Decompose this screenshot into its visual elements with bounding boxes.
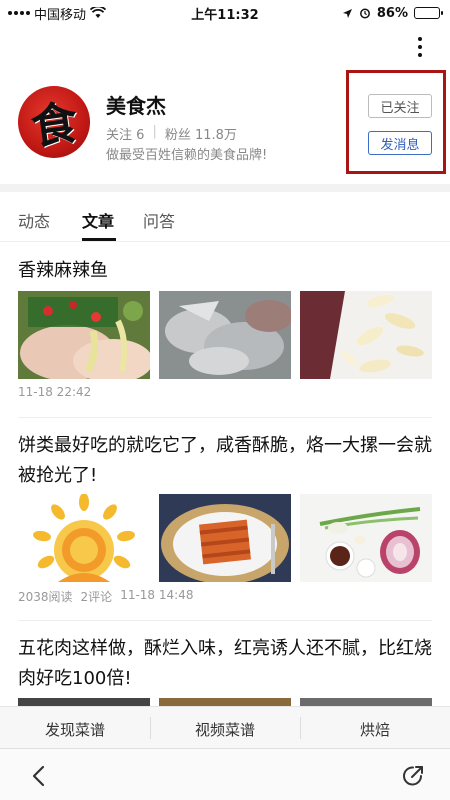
article-divider	[18, 417, 432, 418]
fans-count: 11.8万	[194, 128, 237, 143]
back-icon[interactable]	[26, 763, 52, 789]
tab-articles[interactable]: 文章	[82, 208, 114, 232]
bottom-menu: 发现菜谱 视频菜谱 烘焙	[0, 706, 450, 748]
article-3-image-2[interactable]	[159, 698, 291, 706]
more-icon[interactable]	[408, 34, 432, 60]
section-gap	[0, 184, 450, 192]
article-2-reads: 2038阅读	[18, 590, 73, 604]
article-3-image-3[interactable]	[300, 698, 432, 706]
top-bar	[0, 28, 450, 64]
tab-dynamics[interactable]: 动态	[18, 208, 50, 232]
content-tabs: 动态 文章 问答	[0, 196, 450, 242]
share-icon[interactable]	[400, 763, 426, 789]
browser-nav-bar	[0, 748, 450, 800]
fans-stat[interactable]: 粉丝 11.8万	[165, 124, 237, 143]
location-arrow-icon	[342, 8, 352, 18]
fans-label: 粉丝	[164, 128, 191, 143]
battery-percent: 86%	[376, 5, 408, 21]
article-1-image-2[interactable]	[159, 291, 291, 379]
profile-stats: 关注 6 | 粉丝 11.8万	[106, 124, 237, 143]
article-2-meta: 2038阅读 2评论 11-18 14:48	[18, 588, 193, 605]
follow-label: 关注	[106, 128, 133, 143]
avatar-logo-char: 食	[27, 95, 81, 155]
status-right: 86%	[342, 5, 443, 21]
tab-qa[interactable]: 问答	[143, 208, 175, 232]
menu-discover-recipes[interactable]: 发现菜谱	[0, 719, 150, 740]
send-message-button[interactable]: 发消息	[368, 131, 432, 155]
article-2-comments: 2评论	[80, 590, 113, 604]
active-tab-indicator	[82, 238, 116, 241]
follow-stat[interactable]: 关注 6	[106, 124, 144, 143]
article-2-image-2[interactable]	[159, 494, 291, 582]
follow-count: 6	[136, 128, 145, 143]
battery-icon	[414, 7, 443, 19]
avatar[interactable]: 食	[18, 86, 90, 158]
profile-header: 食 美食杰 关注 6 | 粉丝 11.8万 做最受百姓信赖的美食品牌!	[0, 66, 450, 184]
article-2-time: 11-18 14:48	[120, 588, 194, 602]
stats-divider: |	[152, 124, 157, 139]
article-2-image-3[interactable]	[300, 494, 432, 582]
article-2-image-1[interactable]	[18, 494, 150, 582]
profile-name: 美食杰	[106, 94, 166, 118]
article-3-image-1[interactable]	[18, 698, 150, 706]
menu-baking[interactable]: 烘焙	[300, 719, 450, 740]
followed-button[interactable]: 已关注	[368, 94, 432, 118]
article-1-time: 11-18 22:42	[18, 385, 92, 399]
highlight-box	[346, 70, 446, 174]
article-title-3[interactable]: 五花肉这样做，酥烂入味，红亮诱人还不腻，比红烧肉好吃100倍!	[18, 634, 436, 694]
article-title-2[interactable]: 饼类最好吃的就吃它了，咸香酥脆，烙一大摞一会就被抢光了!	[18, 431, 436, 491]
article-divider	[18, 620, 432, 621]
article-1-meta: 11-18 22:42	[18, 385, 91, 399]
alarm-icon	[359, 8, 370, 19]
article-1-image-3[interactable]	[300, 291, 432, 379]
profile-bio: 做最受百姓信赖的美食品牌!	[106, 148, 268, 163]
article-title-1[interactable]: 香辣麻辣鱼	[18, 256, 436, 286]
status-bar: 中国移动 上午11:32 86%	[0, 0, 450, 26]
menu-video-recipes[interactable]: 视频菜谱	[150, 719, 300, 740]
article-1-image-1[interactable]	[18, 291, 150, 379]
